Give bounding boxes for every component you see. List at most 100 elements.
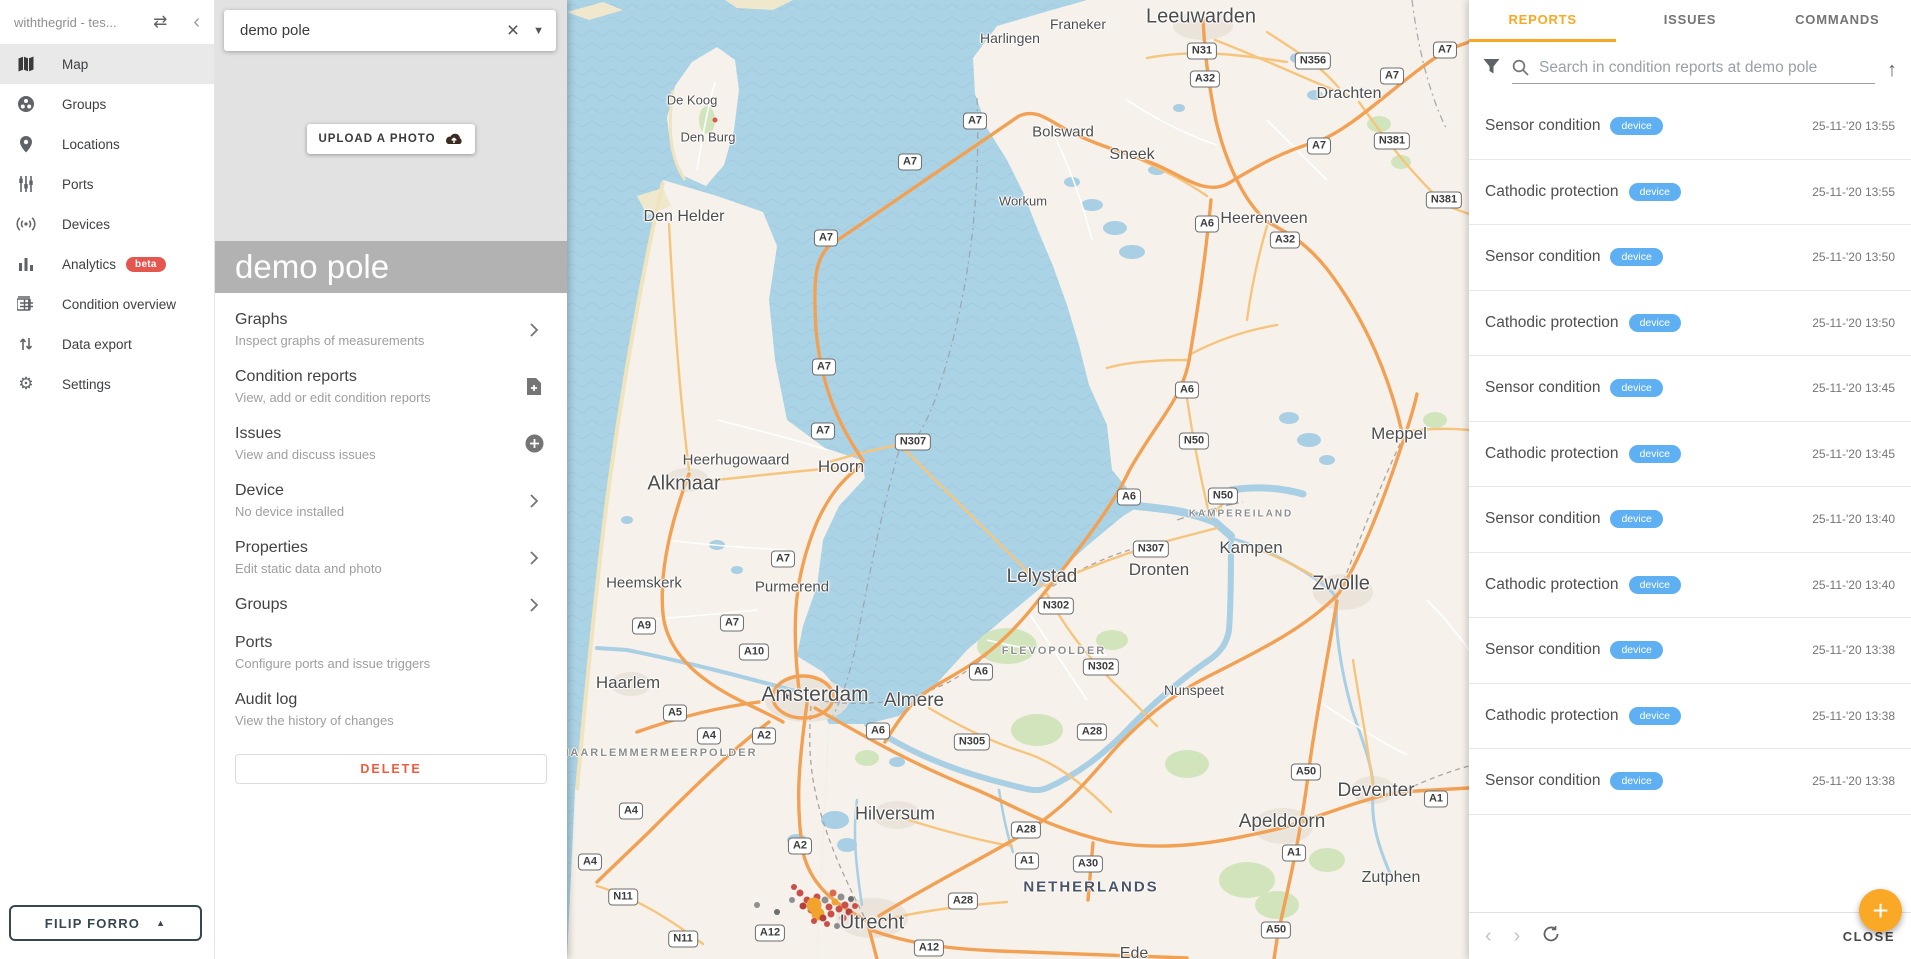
report-row[interactable]: Cathodic protection device 25-11-'20 13:… — [1469, 160, 1911, 226]
road-shield: N302 — [1038, 598, 1074, 615]
report-row[interactable]: Sensor condition device 25-11-'20 13:38 — [1469, 749, 1911, 815]
report-row[interactable]: Sensor condition device 25-11-'20 13:45 — [1469, 356, 1911, 422]
next-page-icon[interactable]: › — [1514, 926, 1521, 946]
sidebar-item-settings[interactable]: ⚙ Settings — [0, 364, 214, 404]
report-row[interactable]: Cathodic protection device 25-11-'20 13:… — [1469, 422, 1911, 488]
menu-item-properties[interactable]: PropertiesEdit static data and photo — [215, 529, 567, 586]
location-marker-dot[interactable] — [848, 896, 854, 902]
report-row[interactable]: Sensor condition device 25-11-'20 13:55 — [1469, 94, 1911, 160]
previous-page-icon[interactable]: ‹ — [1485, 926, 1492, 946]
location-marker-dot[interactable] — [852, 903, 858, 909]
road-shield: A12 — [914, 940, 944, 957]
location-marker-dot[interactable] — [800, 903, 807, 910]
menu-item-audit-log[interactable]: Audit logView the history of changes — [215, 681, 567, 738]
location-marker-dot[interactable] — [842, 902, 849, 909]
collapse-sidebar-icon[interactable]: ‹ — [193, 12, 200, 32]
switch-workspace-icon[interactable]: ⇄ — [153, 12, 167, 32]
chevron-right-icon — [521, 550, 547, 566]
location-marker-dot[interactable] — [832, 899, 839, 906]
city-label: Hilversum — [855, 804, 935, 825]
reports-pagination-bar: ‹ › CLOSE — [1469, 912, 1911, 959]
user-menu-button[interactable]: FILIP FORRO ▲ — [9, 905, 202, 941]
add-issue-icon[interactable] — [521, 434, 547, 453]
sidebar-item-map[interactable]: Map — [0, 44, 214, 84]
chevron-right-icon — [521, 493, 547, 509]
reports-search-input[interactable] — [1539, 59, 1875, 77]
road-shield: A7 — [812, 359, 836, 376]
menu-item-graphs[interactable]: GraphsInspect graphs of measurements — [215, 301, 567, 358]
tab-reports[interactable]: REPORTS — [1469, 0, 1616, 42]
road-shield: A4 — [578, 854, 602, 871]
road-shield: N356 — [1295, 53, 1331, 70]
map-labels-layer: ★ LeeuwardenFranekerHarlingenDe KoogDen … — [567, 0, 1469, 959]
add-report-icon[interactable] — [521, 377, 547, 396]
menu-item-condition-reports[interactable]: Condition reportsView, add or edit condi… — [215, 358, 567, 415]
filter-icon[interactable] — [1483, 58, 1500, 79]
report-source-badge: device — [1629, 183, 1681, 201]
road-shield: A12 — [755, 925, 785, 942]
report-timestamp: 25-11-'20 13:40 — [1812, 578, 1895, 592]
area-label: FLEVOPOLDER — [1002, 645, 1107, 657]
location-marker-dot[interactable] — [838, 894, 845, 901]
location-marker-dot[interactable] — [789, 897, 795, 903]
sidebar-item-label: Data export — [62, 337, 132, 352]
report-row[interactable]: Cathodic protection device 25-11-'20 13:… — [1469, 684, 1911, 750]
sidebar-item-label: Locations — [62, 137, 120, 152]
chevron-down-icon[interactable]: ▼ — [533, 25, 544, 37]
location-marker-dot[interactable] — [811, 918, 817, 924]
sidebar-item-analytics[interactable]: Analytics beta — [0, 244, 214, 284]
city-label: Heerenveen — [1220, 210, 1307, 228]
main-sidebar: withthegrid - tes... ⇄ ‹ Map Groups Loca… — [0, 0, 215, 959]
report-timestamp: 25-11-'20 13:50 — [1812, 250, 1895, 264]
sidebar-item-devices[interactable]: Devices — [0, 204, 214, 244]
city-label: Meppel — [1371, 424, 1427, 444]
location-marker-dot[interactable] — [774, 909, 780, 915]
reports-search-row: ↑ — [1469, 42, 1911, 94]
location-marker-dot[interactable] — [826, 904, 833, 911]
city-label: Deventer — [1337, 780, 1414, 802]
sidebar-item-groups[interactable]: Groups — [0, 84, 214, 124]
report-row[interactable]: Cathodic protection device 25-11-'20 13:… — [1469, 291, 1911, 357]
city-label: Drachten — [1317, 85, 1382, 103]
location-marker-dot[interactable] — [828, 911, 835, 918]
menu-item-ports[interactable]: PortsConfigure ports and issue triggers — [215, 624, 567, 681]
location-search-input[interactable] — [240, 22, 507, 39]
tab-commands[interactable]: COMMANDS — [1764, 0, 1911, 42]
location-marker-dot[interactable] — [824, 921, 830, 927]
city-label: Workum — [999, 194, 1047, 209]
sort-ascending-icon[interactable]: ↑ — [1887, 59, 1897, 82]
menu-item-device[interactable]: DeviceNo device installed — [215, 472, 567, 529]
sidebar-item-label: Condition overview — [62, 297, 176, 312]
delete-button[interactable]: DELETE — [235, 754, 547, 784]
upload-photo-button[interactable]: UPLOAD A PHOTO — [307, 124, 475, 154]
location-marker-dot[interactable] — [797, 890, 804, 897]
report-row[interactable]: Sensor condition device 25-11-'20 13:38 — [1469, 618, 1911, 684]
map-viewport[interactable]: ★ LeeuwardenFranekerHarlingenDe KoogDen … — [567, 0, 1469, 959]
location-marker-dot[interactable] — [754, 902, 760, 908]
report-row[interactable]: Sensor condition device 25-11-'20 13:40 — [1469, 487, 1911, 553]
location-marker-dot[interactable] — [822, 897, 829, 904]
report-source-badge: device — [1610, 117, 1662, 135]
sidebar-item-data-export[interactable]: Data export — [0, 324, 214, 364]
clear-search-icon[interactable]: × — [507, 20, 519, 41]
add-report-fab[interactable]: + — [1859, 889, 1902, 932]
location-marker-dot[interactable] — [713, 118, 718, 123]
road-shield: A6 — [969, 664, 993, 681]
report-source-badge: device — [1610, 248, 1662, 266]
menu-item-issues[interactable]: IssuesView and discuss issues — [215, 415, 567, 472]
refresh-icon[interactable] — [1542, 925, 1560, 948]
tab-issues[interactable]: ISSUES — [1616, 0, 1763, 42]
report-type: Cathodic protection — [1485, 576, 1619, 594]
sidebar-item-ports[interactable]: Ports — [0, 164, 214, 204]
location-marker-dot[interactable] — [791, 884, 797, 890]
menu-item-groups[interactable]: Groups — [215, 586, 567, 624]
report-row[interactable]: Cathodic protection device 25-11-'20 13:… — [1469, 553, 1911, 619]
report-timestamp: 25-11-'20 13:45 — [1812, 381, 1895, 395]
sidebar-item-condition-overview[interactable]: Condition overview — [0, 284, 214, 324]
road-shield: A1 — [1015, 853, 1039, 870]
report-row[interactable]: Sensor condition device 25-11-'20 13:50 — [1469, 225, 1911, 291]
location-marker-dot[interactable] — [830, 890, 837, 897]
city-label: Lelystad — [1007, 566, 1078, 588]
sidebar-item-locations[interactable]: Locations — [0, 124, 214, 164]
road-shield: A9 — [632, 618, 656, 635]
